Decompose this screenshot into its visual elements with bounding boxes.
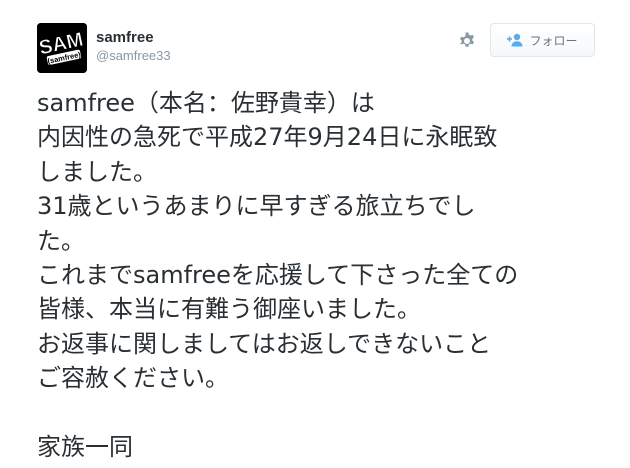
gear-icon[interactable] — [457, 31, 477, 51]
tweet-text-line: お返事に関しましてはお返しできないこと — [37, 329, 492, 358]
follow-button-label: フォロー — [529, 33, 578, 48]
tweet-card: SAM (samfree) samfree @samfree33 フォロー sa… — [0, 0, 630, 468]
add-user-icon — [507, 33, 523, 47]
tweet-text-line: 31歳というあまりに早すぎる旅立ちでし — [37, 192, 476, 221]
tweet-text-line: 内因性の急死で平成27年9月24日に永眠致 — [37, 123, 498, 152]
tweet-signature: 家族一同 — [37, 432, 133, 461]
tweet-text-line: 皆様、本当に有難う御座いました。 — [37, 295, 421, 324]
avatar-image: SAM (samfree) — [37, 23, 87, 73]
tweet-text: samfree（本名：佐野貴幸）は 内因性の急死で平成27年9月24日に永眠致 … — [37, 86, 617, 464]
tweet-text-line: た。 — [37, 226, 85, 255]
tweet-text-line: samfree（本名：佐野貴幸）は — [37, 89, 375, 117]
follow-button[interactable]: フォロー — [490, 23, 595, 57]
tweet-text-line: これまでsamfreeを応援して下さった全ての — [37, 260, 519, 289]
screen-name[interactable]: @samfree33 — [96, 48, 171, 64]
tweet-text-line: ご容赦ください。 — [37, 364, 229, 393]
display-name[interactable]: samfree — [96, 29, 154, 47]
avatar[interactable]: SAM (samfree) — [37, 23, 87, 73]
tweet-text-line: しました。 — [37, 157, 157, 186]
